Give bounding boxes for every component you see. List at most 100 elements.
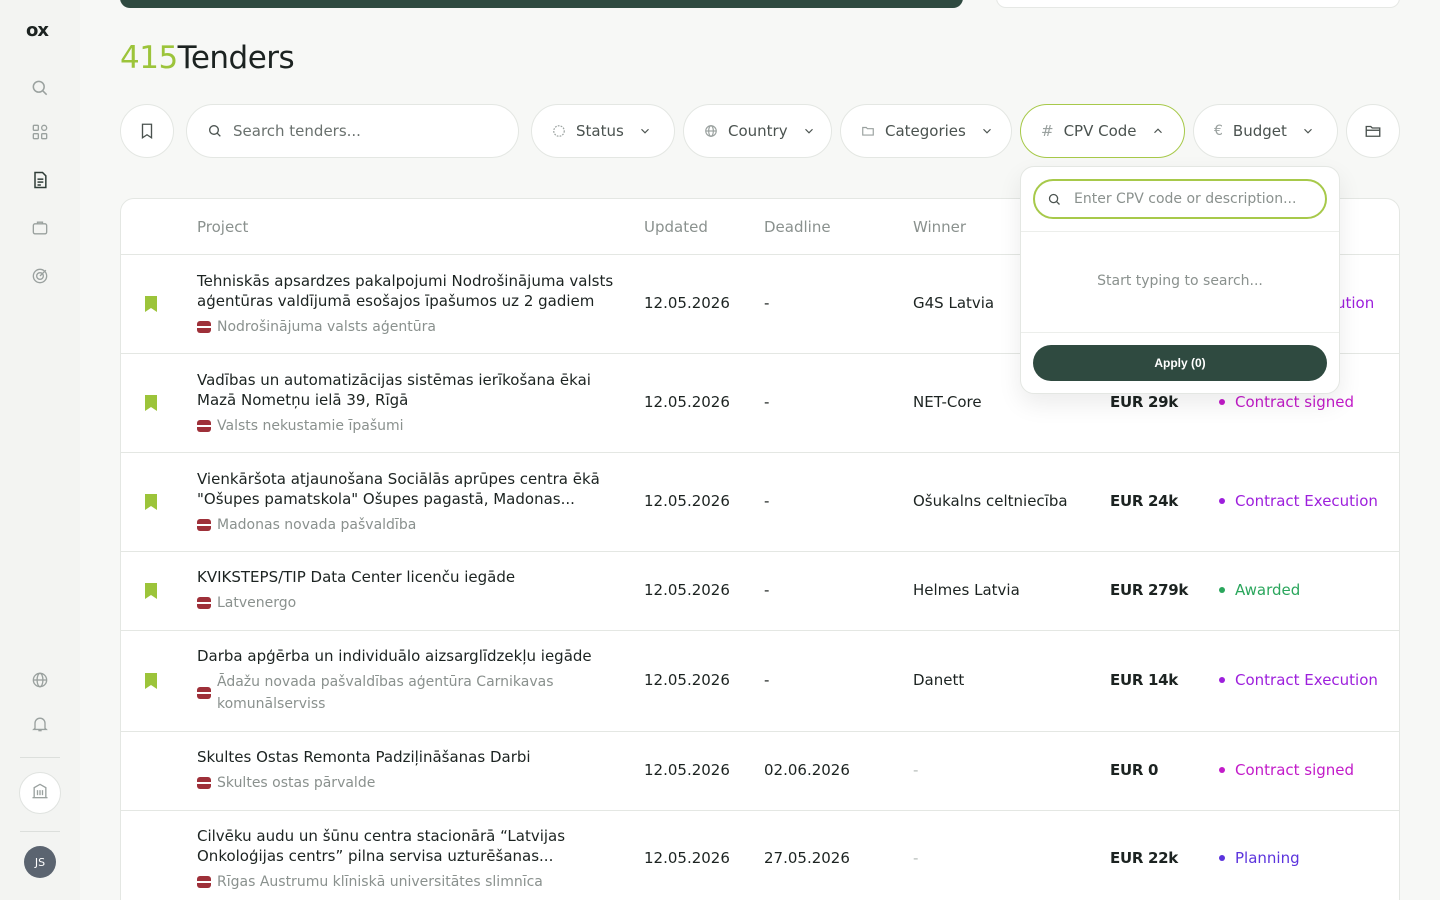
project-title[interactable]: Vienkāršota atjaunošana Sociālās aprūpes…: [197, 469, 617, 509]
logo[interactable]: ox: [26, 20, 49, 41]
table-row[interactable]: KVIKSTEPS/TIP Data Center licenču iegāde…: [121, 552, 1399, 631]
folder-open-icon: [1363, 122, 1383, 140]
winner-name: Ošukalns celtniecība: [913, 492, 1068, 510]
column-winner[interactable]: Winner: [913, 218, 966, 236]
project-title[interactable]: Vadības un automatizācijas sistēmas ierī…: [197, 370, 617, 410]
winner-name: -: [913, 849, 919, 867]
target-icon[interactable]: [28, 264, 52, 288]
search-box[interactable]: [186, 104, 519, 158]
updated-date: 12.05.2026: [644, 294, 730, 312]
deadline-date: -: [764, 393, 770, 411]
winner-name: -: [913, 761, 919, 779]
status-label: ution: [1336, 294, 1375, 312]
budget-value: EUR 0: [1110, 761, 1159, 779]
table-row[interactable]: Darba apģērba un individuālo aizsarglīdz…: [121, 631, 1399, 732]
briefcase-icon[interactable]: [28, 216, 52, 240]
status-filter-label: Status: [576, 122, 624, 140]
winner-name: NET-Core: [913, 393, 982, 411]
search-input[interactable]: [233, 122, 493, 140]
chevron-down-icon: [1301, 124, 1315, 138]
table-row[interactable]: Skultes Ostas Remonta Padziļināšanas Dar…: [121, 732, 1399, 811]
main-content: 415Tenders Status Country Categories: [80, 0, 1440, 900]
status-badge: Contract Execution: [1219, 671, 1378, 689]
budget-filter[interactable]: € Budget: [1193, 104, 1338, 158]
latvia-flag-icon: [197, 420, 211, 432]
column-project[interactable]: Project: [197, 218, 248, 236]
project-title[interactable]: Skultes Ostas Remonta Padziļināšanas Dar…: [197, 747, 617, 767]
page-title-text: Tenders: [177, 40, 295, 76]
updated-date: 12.05.2026: [644, 492, 730, 510]
deadline-date: 27.05.2026: [764, 849, 850, 867]
folder-button[interactable]: [1346, 104, 1400, 158]
status-badge: Contract Execution: [1219, 492, 1378, 510]
updated-date: 12.05.2026: [644, 393, 730, 411]
bell-icon[interactable]: [28, 712, 52, 736]
updated-date: 12.05.2026: [644, 849, 730, 867]
hash-icon: #: [1041, 122, 1054, 140]
winner-name: G4S Latvia: [913, 294, 995, 312]
bookmark-filled-icon[interactable]: [144, 394, 158, 412]
project-title[interactable]: Darba apģērba un individuālo aizsarglīdz…: [197, 646, 617, 666]
cpv-code-dropdown: Start typing to search... Apply (0): [1020, 166, 1340, 394]
chevron-down-icon: [980, 124, 994, 138]
apply-button[interactable]: Apply (0): [1033, 345, 1327, 381]
column-updated[interactable]: Updated: [644, 218, 708, 236]
building-icon: [30, 781, 50, 805]
deadline-date: 02.06.2026: [764, 761, 850, 779]
bookmark-filled-icon[interactable]: [144, 582, 158, 600]
buyer-name: Ādažu novada pašvaldības aģentūra Carnik…: [197, 671, 597, 715]
budget-value: EUR 14k: [1110, 671, 1178, 689]
sidebar-divider: [20, 831, 60, 832]
deadline-date: -: [764, 492, 770, 510]
top-card: [996, 0, 1400, 8]
bookmark-filled-icon[interactable]: [144, 493, 158, 511]
bookmark-filled-icon[interactable]: [144, 672, 158, 690]
project-title[interactable]: Tehniskās apsardzes pakalpojumi Nodrošin…: [197, 271, 617, 311]
status-circle-icon: [552, 124, 566, 138]
budget-value: EUR 22k: [1110, 849, 1178, 867]
budget-value: EUR 29k: [1110, 393, 1178, 411]
table-row[interactable]: Vienkāršota atjaunošana Sociālās aprūpes…: [121, 453, 1399, 552]
column-deadline[interactable]: Deadline: [764, 218, 831, 236]
organization-button[interactable]: [19, 772, 61, 814]
bookmark-filled-icon[interactable]: [144, 295, 158, 313]
categories-filter-label: Categories: [885, 122, 966, 140]
buyer-name: Skultes ostas pārvalde: [197, 772, 617, 794]
buyer-name: Latvenergo: [197, 592, 617, 614]
saved-filter-button[interactable]: [120, 104, 174, 158]
budget-value: EUR 279k: [1110, 581, 1189, 599]
bookmark-icon: [138, 121, 156, 141]
cpv-search-box[interactable]: [1033, 179, 1327, 219]
avatar[interactable]: JS: [24, 846, 56, 878]
status-label: Contract signed: [1235, 761, 1355, 779]
status-label: Awarded: [1235, 581, 1301, 599]
globe-icon[interactable]: [28, 668, 52, 692]
search-icon[interactable]: [28, 76, 52, 100]
latvia-flag-icon: [197, 687, 211, 699]
status-filter[interactable]: Status: [531, 104, 675, 158]
chevron-down-icon: [638, 124, 652, 138]
cpv-code-filter[interactable]: # CPV Code: [1020, 104, 1185, 158]
deadline-date: -: [764, 581, 770, 599]
status-dot: [1219, 399, 1225, 405]
table-row[interactable]: Cilvēku audu un šūnu centra stacionārā “…: [121, 811, 1399, 900]
latvia-flag-icon: [197, 597, 211, 609]
status-dot: [1219, 677, 1225, 683]
categories-filter[interactable]: Categories: [840, 104, 1012, 158]
status-badge: Contract signed: [1219, 393, 1354, 411]
buyer-label: Nodrošinājuma valsts aģentūra: [217, 319, 436, 335]
country-filter[interactable]: Country: [683, 104, 832, 158]
dashboard-grid-icon[interactable]: [28, 120, 52, 144]
country-filter-label: Country: [728, 122, 788, 140]
status-badge: ution: [1336, 294, 1374, 312]
document-icon[interactable]: [28, 168, 52, 192]
deadline-date: -: [764, 294, 770, 312]
project-title[interactable]: KVIKSTEPS/TIP Data Center licenču iegāde: [197, 567, 617, 587]
project-title[interactable]: Cilvēku audu un šūnu centra stacionārā “…: [197, 826, 617, 866]
winner-name: Danett: [913, 671, 965, 689]
buyer-label: Latvenergo: [217, 595, 297, 611]
cpv-code-filter-label: CPV Code: [1063, 122, 1137, 140]
status-label: Contract Execution: [1235, 492, 1378, 510]
cpv-search-input[interactable]: [1074, 191, 1314, 207]
tender-count: 415: [120, 40, 178, 76]
